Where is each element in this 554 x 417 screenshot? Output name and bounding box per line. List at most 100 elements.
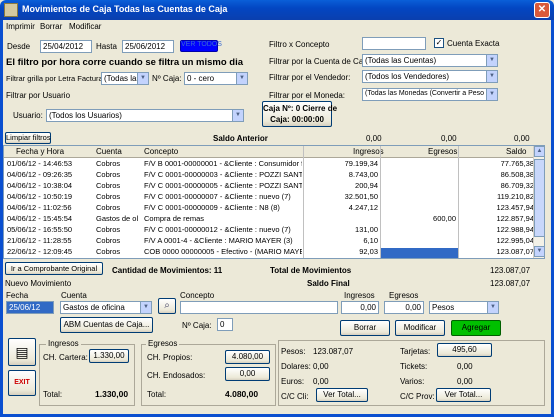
table-cell: 86.508,38 xyxy=(500,170,534,179)
agregar-button[interactable]: Agregar xyxy=(451,320,501,336)
selected-cell xyxy=(381,248,458,258)
table-row[interactable]: 04/06/12 - 15:45:54 Gastos de ol Compra de… xyxy=(4,214,534,224)
chevron-down-icon: ▼ xyxy=(137,73,148,84)
egresos-input[interactable]: 0,00 xyxy=(384,301,424,314)
table-scrollbar[interactable]: ▲ ▼ xyxy=(533,146,544,258)
hasta-date-input[interactable]: 25/06/2012 xyxy=(122,40,174,53)
table-row[interactable]: 04/06/12 - 10:50:19 Cobros F/V C 0001-0000… xyxy=(4,192,534,202)
saldo-final-label: Saldo Final xyxy=(307,279,350,288)
table-cell: 123.087,07 xyxy=(496,247,534,256)
moneda-filter-select[interactable]: (Todas las Monedas (Convertir a Peso ▼ xyxy=(362,88,498,101)
menu-modificar[interactable]: Modificar xyxy=(69,22,101,31)
menu-borrar[interactable]: Borrar xyxy=(40,22,62,31)
table-row[interactable]: 21/06/12 - 11:28:55 Cobros F/V A 0001-4 - … xyxy=(4,236,534,246)
letra-factura-select[interactable]: (Todas las ▼ xyxy=(101,72,149,85)
table-cell: F/V C 0001-00000005 - &Cliente : POZZI S… xyxy=(144,181,302,190)
desde-label: Desde xyxy=(7,42,31,51)
scroll-thumb[interactable] xyxy=(534,159,544,237)
cuenta-caja-label: Filtrar por la Cuenta de Caja: xyxy=(269,57,372,66)
table-cell: 92,03 xyxy=(359,247,378,256)
ir-comprobante-button[interactable]: Ir a Comprobante Original xyxy=(5,262,103,275)
table-cell: COB 0000 00000005 - Efectivo - (MARIO MA… xyxy=(144,247,302,256)
table-cell: 32.501,50 xyxy=(344,192,378,201)
cuenta-select[interactable]: Gastos de oficina ▼ xyxy=(60,301,152,314)
concepto-filter-label: Filtro x Concepto xyxy=(269,40,330,49)
vendedor-label: Filtrar por el Vendedor: xyxy=(269,73,351,82)
col-concepto[interactable]: Concepto xyxy=(144,147,178,156)
tarjetas-button[interactable]: 495,60 xyxy=(437,343,492,357)
table-cell: 600,00 xyxy=(433,214,456,223)
tickets-label: Tickets: xyxy=(400,362,428,371)
saldo-final-value: 123.087,07 xyxy=(490,279,531,288)
col-saldo[interactable]: Saldo xyxy=(506,147,526,156)
modificar-button[interactable]: Modificar xyxy=(395,320,445,336)
chevron-down-icon: ▼ xyxy=(232,110,243,121)
usuario-select[interactable]: (Todos los Usuarios) ▼ xyxy=(46,109,244,122)
limpiar-filtros-button[interactable]: Limpiar filtros xyxy=(5,132,51,144)
table-cell: Cobros xyxy=(96,203,121,212)
dolares-value: 0,00 xyxy=(313,362,329,371)
caja-cierre-line2: Caja: 00:00:00 xyxy=(270,115,324,124)
saldo-anterior-saldo: 0,00 xyxy=(514,134,530,143)
cc-cli-label: C/C Cli: xyxy=(281,392,309,401)
table-row[interactable]: 01/06/12 - 14:46:53 Cobros F/V B 0001-0000… xyxy=(4,159,534,169)
window-title: Movimientos de Caja Todas las Cuentas de… xyxy=(22,4,228,14)
usuario-value: (Todos los Usuarios) xyxy=(49,111,122,120)
nro-caja-input[interactable]: 0 xyxy=(217,318,233,331)
table-cell: 119.210,82 xyxy=(497,192,534,201)
table-row[interactable]: 04/06/12 - 11:02:56 Cobros F/V C 0001-0000… xyxy=(4,203,534,213)
letra-factura-label: Filtrar grilla por Letra Factura: xyxy=(6,74,105,83)
nro-caja-select[interactable]: 0 - cero ▼ xyxy=(184,72,248,85)
total-movimientos-value: 123.087,07 xyxy=(490,266,531,275)
table-cell: Cobros xyxy=(96,192,121,201)
exit-icon[interactable]: EXIT xyxy=(8,370,36,396)
close-button[interactable]: ✕ xyxy=(534,2,550,18)
ver-todos-button[interactable]: VER TODOS xyxy=(180,40,222,52)
fecha-input[interactable]: 25/06/12 xyxy=(6,301,54,314)
ingresos-input[interactable]: 0,00 xyxy=(341,301,379,314)
fecha-label: Fecha xyxy=(6,291,29,300)
ver-total-cli-button[interactable]: Ver Total... xyxy=(316,388,368,402)
nro-caja-value: 0 - cero xyxy=(187,74,215,83)
table-cell: 131,00 xyxy=(355,225,378,234)
letra-factura-value: (Todas las xyxy=(104,74,141,83)
chevron-down-icon: ▼ xyxy=(486,89,497,100)
table-header: Fecha y Hora Cuenta Concepto Ingresos Eg… xyxy=(4,146,534,158)
search-icon[interactable]: ⌕ xyxy=(158,298,176,314)
table-cell: Cobros xyxy=(96,181,121,190)
ch-endosados-button[interactable]: 0,00 xyxy=(225,367,270,381)
ver-total-prov-button[interactable]: Ver Total... xyxy=(436,388,491,402)
table-row[interactable]: 04/06/12 - 10:38:04 Cobros F/V C 0001-0000… xyxy=(4,181,534,191)
moneda-select[interactable]: Pesos ▼ xyxy=(429,301,499,314)
table-cell: 04/06/12 - 11:02:56 xyxy=(7,203,72,212)
scroll-down-icon[interactable]: ▼ xyxy=(534,246,544,257)
concepto-input[interactable] xyxy=(180,301,338,314)
print-icon[interactable]: ▤ xyxy=(8,338,36,366)
table-cell: F/V C 0001-00000003 - &Cliente : POZZI S… xyxy=(144,170,302,179)
col-cuenta[interactable]: Cuenta xyxy=(96,147,122,156)
vendedor-select[interactable]: (Todos los Vendedores) ▼ xyxy=(362,70,498,83)
total-egresos-label: Total: xyxy=(147,390,167,399)
total-ingresos-value: 1.330,00 xyxy=(95,389,129,399)
borrar-button[interactable]: Borrar xyxy=(340,320,390,336)
table-row[interactable]: 05/06/12 - 16:55:50 Cobros F/V C 0001-0000… xyxy=(4,225,534,235)
chevron-down-icon: ▼ xyxy=(486,55,497,66)
cuenta-exacta-checkbox[interactable]: ✓ xyxy=(434,38,444,48)
concepto-filter-input[interactable] xyxy=(362,37,426,50)
menu-imprimir[interactable]: Imprimir xyxy=(6,22,35,31)
scroll-up-icon[interactable]: ▲ xyxy=(534,146,544,157)
cuenta-caja-select[interactable]: (Todas las Cuentas) ▼ xyxy=(362,54,498,67)
table-row[interactable]: 04/06/12 - 09:26:35 Cobros F/V C 0001-0000… xyxy=(4,170,534,180)
ch-cartera-button[interactable]: 1.330,00 xyxy=(89,349,129,363)
caja-cierre-button[interactable]: Caja Nº: 0 Cierre de Caja: 00:00:00 xyxy=(262,101,337,127)
col-fecha[interactable]: Fecha y Hora xyxy=(16,147,64,156)
cuenta-label: Cuenta xyxy=(61,291,87,300)
col-egresos[interactable]: Egresos xyxy=(428,147,457,156)
ch-propios-button[interactable]: 4.080,00 xyxy=(225,350,270,364)
euros-label: Euros: xyxy=(281,377,305,386)
desde-date-input[interactable]: 25/04/2012 xyxy=(40,40,92,53)
vendedor-value: (Todos los Vendedores) xyxy=(365,72,450,81)
table-cell: 79.199,34 xyxy=(344,159,378,168)
abm-cuentas-button[interactable]: ABM Cuentas de Caja... xyxy=(60,317,153,333)
movements-table[interactable]: Fecha y Hora Cuenta Concepto Ingresos Eg… xyxy=(3,145,545,259)
